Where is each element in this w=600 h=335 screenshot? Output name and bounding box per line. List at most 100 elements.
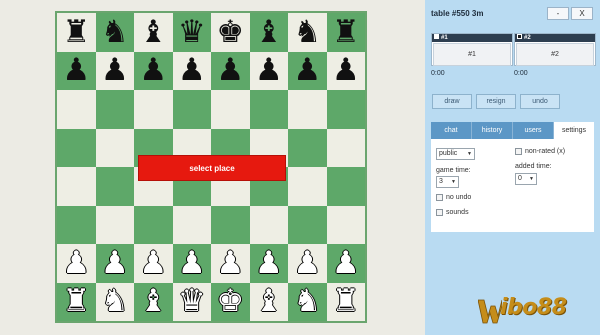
black-piece-icon[interactable]: ♝: [255, 16, 283, 48]
player-2-sit-button[interactable]: #2: [516, 43, 594, 66]
white-piece-icon[interactable]: ♜: [332, 286, 360, 317]
board-square[interactable]: ♟: [172, 51, 211, 90]
board-square[interactable]: ♜: [57, 13, 96, 52]
black-piece-icon[interactable]: ♟: [62, 55, 90, 86]
game-time-select[interactable]: 3 ▼: [436, 176, 459, 188]
board-square[interactable]: ♟: [134, 51, 173, 90]
board-square[interactable]: ♞: [288, 13, 327, 52]
board-square[interactable]: [249, 205, 288, 244]
white-piece-icon[interactable]: ♚: [216, 286, 244, 317]
tab-users[interactable]: users: [513, 122, 554, 139]
black-piece-icon[interactable]: ♞: [293, 16, 321, 48]
white-piece-icon[interactable]: ♟: [293, 247, 321, 279]
board-square[interactable]: ♛: [172, 13, 211, 52]
visibility-select[interactable]: public ▼: [436, 148, 475, 160]
board-square[interactable]: ♟: [288, 244, 327, 283]
board-square[interactable]: ♝: [249, 13, 288, 52]
added-time-select[interactable]: 0 ▼: [515, 173, 537, 185]
board-square[interactable]: ♟: [57, 51, 96, 90]
board-square[interactable]: [95, 205, 134, 244]
board-square[interactable]: ♝: [134, 282, 173, 321]
tab-chat[interactable]: chat: [431, 122, 472, 139]
non-rated-checkbox[interactable]: non-rated (x): [515, 148, 565, 155]
board-square[interactable]: ♜: [57, 282, 96, 321]
white-piece-icon[interactable]: ♟: [178, 247, 206, 279]
white-piece-icon[interactable]: ♟: [255, 247, 283, 279]
white-piece-icon[interactable]: ♟: [216, 247, 244, 279]
black-piece-icon[interactable]: ♜: [332, 16, 360, 48]
board-square[interactable]: [249, 90, 288, 129]
white-piece-icon[interactable]: ♞: [101, 286, 129, 317]
black-piece-icon[interactable]: ♟: [332, 55, 360, 86]
white-piece-icon[interactable]: ♞: [293, 286, 321, 317]
board-square[interactable]: ♞: [95, 13, 134, 52]
player-1-sit-button[interactable]: #1: [433, 43, 511, 66]
board-square[interactable]: [326, 205, 365, 244]
black-piece-icon[interactable]: ♟: [216, 55, 244, 86]
board-square[interactable]: ♟: [326, 244, 365, 283]
tab-history[interactable]: history: [472, 122, 513, 139]
board-square[interactable]: [172, 205, 211, 244]
board-square[interactable]: ♟: [95, 244, 134, 283]
board-square[interactable]: [288, 128, 327, 167]
board-square[interactable]: [211, 205, 250, 244]
board-square[interactable]: ♟: [288, 51, 327, 90]
board-square[interactable]: ♟: [211, 51, 250, 90]
sounds-checkbox[interactable]: sounds: [436, 209, 469, 216]
white-piece-icon[interactable]: ♜: [62, 286, 90, 317]
black-piece-icon[interactable]: ♟: [178, 55, 206, 86]
board-square[interactable]: [172, 90, 211, 129]
undo-button[interactable]: undo: [520, 94, 560, 109]
board-square[interactable]: [95, 167, 134, 206]
board-square[interactable]: [288, 90, 327, 129]
draw-button[interactable]: draw: [432, 94, 472, 109]
board-square[interactable]: [288, 167, 327, 206]
white-piece-icon[interactable]: ♟: [332, 247, 360, 279]
resign-button[interactable]: resign: [476, 94, 516, 109]
board-square[interactable]: ♟: [211, 244, 250, 283]
board-square[interactable]: [211, 90, 250, 129]
select-place-button[interactable]: select place: [138, 155, 286, 181]
white-piece-icon[interactable]: ♟: [62, 247, 90, 279]
white-piece-icon[interactable]: ♛: [178, 286, 206, 317]
board-square[interactable]: ♝: [249, 282, 288, 321]
black-piece-icon[interactable]: ♟: [293, 55, 321, 86]
tab-settings[interactable]: settings: [554, 122, 594, 139]
black-piece-icon[interactable]: ♞: [101, 16, 129, 48]
board-square[interactable]: ♚: [211, 282, 250, 321]
board-square[interactable]: ♟: [249, 51, 288, 90]
black-piece-icon[interactable]: ♜: [62, 16, 90, 48]
board-square[interactable]: ♟: [134, 244, 173, 283]
white-piece-icon[interactable]: ♟: [101, 247, 129, 279]
board-square[interactable]: ♚: [211, 13, 250, 52]
white-piece-icon[interactable]: ♟: [139, 247, 167, 279]
white-piece-icon[interactable]: ♝: [255, 286, 283, 317]
board-square[interactable]: ♞: [95, 282, 134, 321]
board-square[interactable]: [57, 128, 96, 167]
black-piece-icon[interactable]: ♝: [139, 16, 167, 48]
board-square[interactable]: [326, 90, 365, 129]
board-square[interactable]: ♞: [288, 282, 327, 321]
board-square[interactable]: [326, 128, 365, 167]
board-square[interactable]: [57, 205, 96, 244]
white-piece-icon[interactable]: ♝: [139, 286, 167, 317]
no-undo-checkbox[interactable]: no undo: [436, 194, 471, 201]
board-square[interactable]: [95, 128, 134, 167]
board-square[interactable]: ♟: [57, 244, 96, 283]
board-square[interactable]: ♝: [134, 13, 173, 52]
board-square[interactable]: [95, 90, 134, 129]
board-square[interactable]: ♟: [95, 51, 134, 90]
board-square[interactable]: [57, 167, 96, 206]
board-square[interactable]: ♜: [326, 13, 365, 52]
black-piece-icon[interactable]: ♟: [101, 55, 129, 86]
board-square[interactable]: ♟: [172, 244, 211, 283]
black-piece-icon[interactable]: ♛: [178, 16, 206, 48]
board-square[interactable]: ♜: [326, 282, 365, 321]
close-button[interactable]: X: [571, 7, 593, 20]
board-square[interactable]: ♟: [326, 51, 365, 90]
board-square[interactable]: ♟: [249, 244, 288, 283]
board-square[interactable]: [57, 90, 96, 129]
board-square[interactable]: [134, 205, 173, 244]
black-piece-icon[interactable]: ♟: [255, 55, 283, 86]
black-piece-icon[interactable]: ♟: [139, 55, 167, 86]
